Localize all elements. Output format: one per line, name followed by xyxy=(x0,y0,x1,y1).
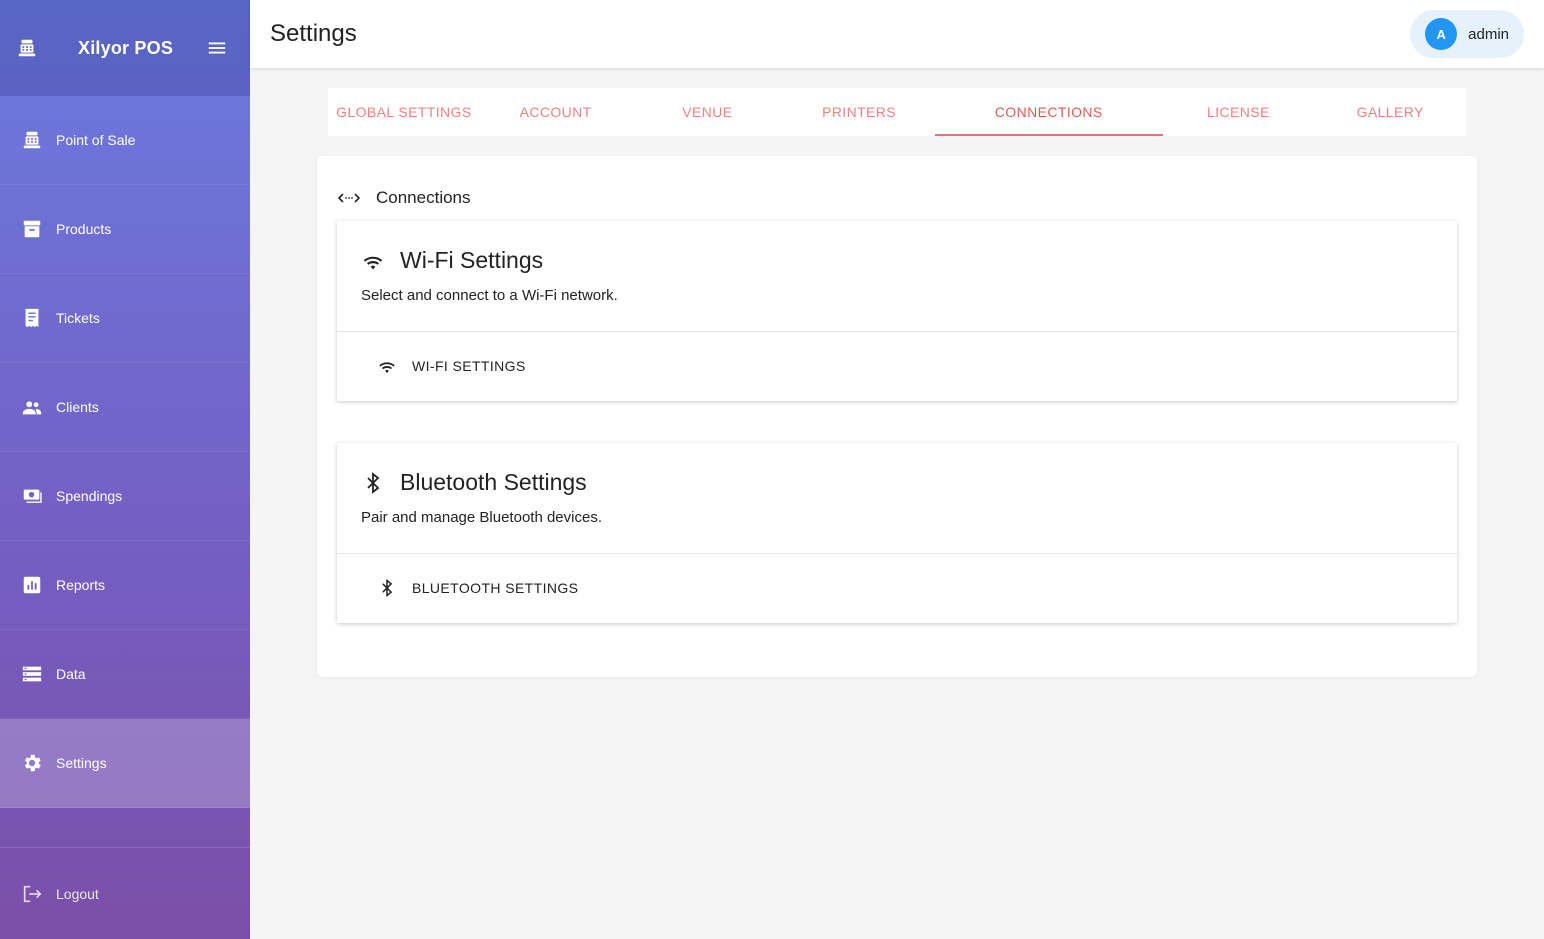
logout-button[interactable]: Logout xyxy=(0,847,250,939)
wifi-icon xyxy=(377,356,397,376)
tab-account[interactable]: ACCOUNT xyxy=(480,88,632,136)
tab-printers[interactable]: PRINTERS xyxy=(783,88,935,136)
archive-icon xyxy=(21,218,43,240)
sidebar-item-products[interactable]: Products xyxy=(0,185,250,274)
settings-tabs: GLOBAL SETTINGS ACCOUNT VENUE PRINTERS C… xyxy=(328,88,1466,136)
bluetooth-settings-card: Bluetooth Settings Pair and manage Bluet… xyxy=(337,443,1457,623)
page-title: Settings xyxy=(270,20,357,47)
receipt-icon xyxy=(21,307,43,329)
sidebar: Xilyor POS Point of Sale Products Ticket… xyxy=(0,0,250,939)
gear-icon xyxy=(21,752,43,774)
sidebar-item-data[interactable]: Data xyxy=(0,630,250,719)
sidebar-item-reports[interactable]: Reports xyxy=(0,541,250,630)
sidebar-item-label: Point of Sale xyxy=(56,132,136,148)
sidebar-item-point-of-sale[interactable]: Point of Sale xyxy=(0,96,250,185)
bluetooth-settings-button[interactable]: BLUETOOTH SETTINGS xyxy=(337,554,1457,622)
money-icon xyxy=(21,485,43,507)
tab-gallery[interactable]: GALLERY xyxy=(1314,88,1466,136)
card-description: Pair and manage Bluetooth devices. xyxy=(361,509,602,526)
cash-register-icon xyxy=(21,129,43,151)
top-header: Settings A admin xyxy=(250,0,1544,68)
sidebar-item-label: Clients xyxy=(56,399,99,415)
card-description: Select and connect to a Wi-Fi network. xyxy=(361,287,618,304)
people-icon xyxy=(21,396,43,418)
card-title: Wi-Fi Settings xyxy=(400,247,544,273)
logout-label: Logout xyxy=(56,885,99,902)
card-title: Bluetooth Settings xyxy=(400,469,587,495)
card-title-row: Bluetooth Settings xyxy=(361,469,1433,496)
card-header: Bluetooth Settings Pair and manage Bluet… xyxy=(337,443,1457,554)
sidebar-item-label: Data xyxy=(56,666,86,682)
storage-icon xyxy=(21,663,43,685)
tab-connections[interactable]: CONNECTIONS xyxy=(934,88,1163,136)
connection-arrows-icon xyxy=(337,186,361,210)
app-name: Xilyor POS xyxy=(78,37,174,58)
button-label: BLUETOOTH SETTINGS xyxy=(412,580,579,596)
sidebar-item-settings[interactable]: Settings xyxy=(0,719,250,808)
logout-icon xyxy=(21,883,43,905)
tab-venue[interactable]: VENUE xyxy=(631,88,783,136)
sidebar-item-label: Products xyxy=(56,221,112,237)
bluetooth-icon xyxy=(377,578,397,598)
wifi-settings-button[interactable]: WI-FI SETTINGS xyxy=(337,332,1457,400)
chart-icon xyxy=(21,574,43,596)
sidebar-brand: Xilyor POS xyxy=(0,0,250,96)
avatar: A xyxy=(1425,18,1458,50)
panel-header: Connections xyxy=(337,186,471,210)
wifi-icon xyxy=(361,249,385,273)
hamburger-menu-icon[interactable] xyxy=(206,37,228,59)
user-menu[interactable]: A admin xyxy=(1410,10,1524,58)
user-name: admin xyxy=(1468,25,1509,43)
sidebar-item-tickets[interactable]: Tickets xyxy=(0,274,250,363)
sidebar-item-spendings[interactable]: Spendings xyxy=(0,452,250,541)
cash-register-icon xyxy=(16,37,38,59)
sidebar-item-clients[interactable]: Clients xyxy=(0,363,250,452)
card-header: Wi-Fi Settings Select and connect to a W… xyxy=(337,221,1457,332)
tab-global-settings[interactable]: GLOBAL SETTINGS xyxy=(328,88,480,136)
connections-panel: Connections Wi-Fi Settings Select and co… xyxy=(317,156,1477,677)
sidebar-item-label: Settings xyxy=(56,755,107,771)
sidebar-item-label: Tickets xyxy=(56,310,100,326)
panel-title: Connections xyxy=(376,188,471,207)
sidebar-item-label: Reports xyxy=(56,577,106,593)
button-label: WI-FI SETTINGS xyxy=(412,358,526,374)
tab-license[interactable]: LICENSE xyxy=(1163,88,1315,136)
sidebar-item-label: Spendings xyxy=(56,488,123,504)
bluetooth-icon xyxy=(361,471,385,495)
card-title-row: Wi-Fi Settings xyxy=(361,247,1433,274)
wifi-settings-card: Wi-Fi Settings Select and connect to a W… xyxy=(337,221,1457,401)
